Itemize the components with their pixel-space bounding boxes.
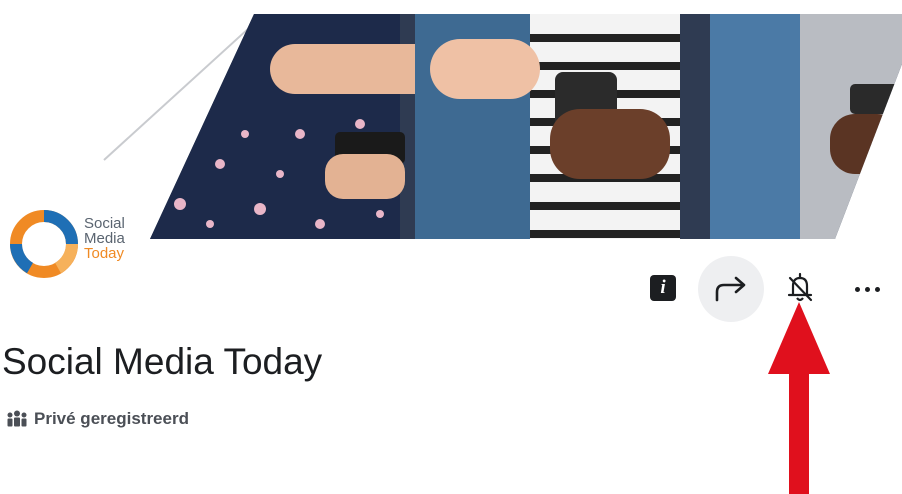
group-title[interactable]: Social Media Today: [2, 340, 322, 384]
bell-off-icon: [787, 272, 813, 302]
logo-line-1: Social: [84, 215, 125, 232]
logo-line-3: Today: [84, 245, 125, 262]
more-icon-dot: [875, 287, 880, 292]
group-privacy: Privé geregistreerd: [6, 408, 189, 430]
privacy-label: Privé geregistreerd: [34, 409, 189, 428]
share-icon: [715, 276, 746, 302]
more-icon-dot: [855, 287, 860, 292]
share-button[interactable]: [698, 256, 764, 322]
cover-photo[interactable]: [150, 14, 902, 239]
notifications-button[interactable]: [782, 270, 818, 306]
members-icon: [7, 410, 27, 427]
more-icon-dot: [865, 287, 870, 292]
more-button[interactable]: [848, 272, 886, 304]
red-pointer-arrow: [768, 302, 830, 494]
logo-line-2: Media: [84, 230, 125, 247]
info-button[interactable]: i: [650, 275, 676, 301]
logo-wordmark: Social Media Today: [84, 216, 125, 261]
info-icon: i: [660, 277, 666, 298]
